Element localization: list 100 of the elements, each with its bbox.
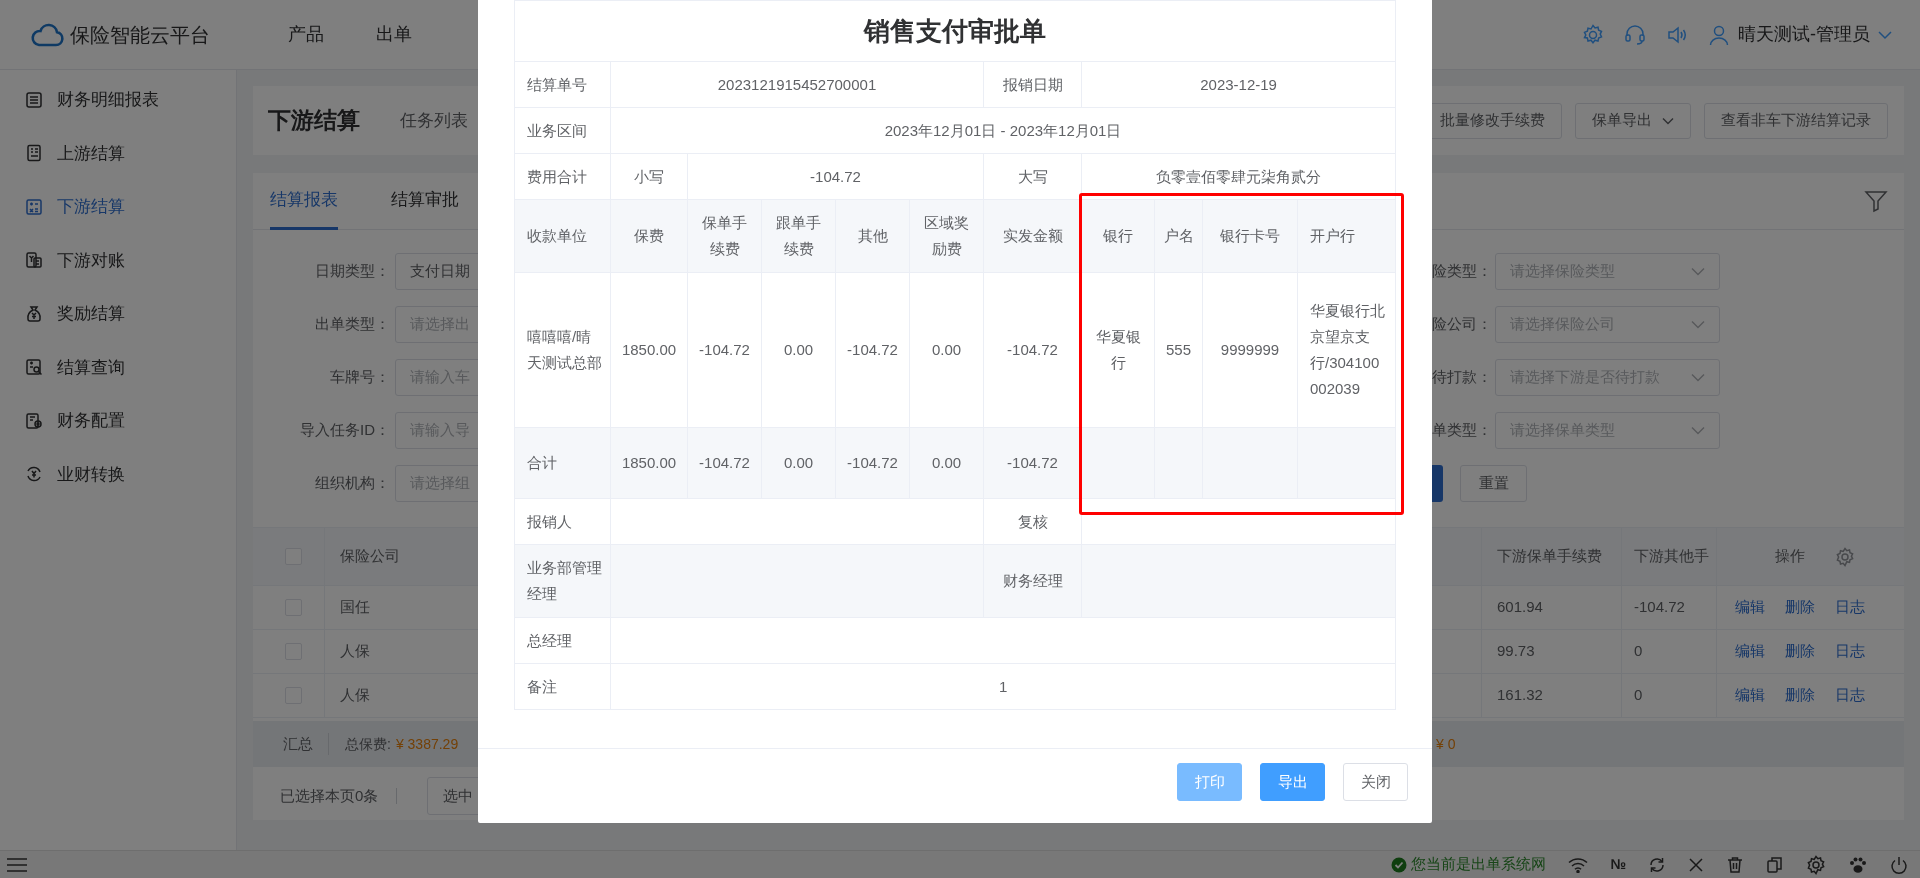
field-label: 单类型：: [1432, 420, 1492, 441]
column-header: 下游其他手: [1634, 546, 1709, 567]
action-link[interactable]: 编辑: [1734, 640, 1765, 663]
field-label: 费用合计: [514, 153, 611, 200]
action-link[interactable]: 删除: [1784, 640, 1815, 663]
table-cell: 9999999: [1202, 272, 1298, 428]
column-header: 实发金额: [983, 199, 1082, 273]
field-label: 总经理: [514, 617, 611, 664]
table-cell-text: 99.73: [1497, 641, 1535, 662]
action-button[interactable]: 查看非车下游结算记录: [1704, 102, 1888, 139]
dialog-button[interactable]: 关闭: [1343, 763, 1408, 801]
sidebar-item[interactable]: 奖励结算: [0, 287, 236, 341]
tab[interactable]: 结算报表: [270, 172, 338, 230]
dialog-title: 销售支付审批单: [514, 0, 1396, 62]
number-sign[interactable]: №: [1610, 854, 1626, 875]
status-message: 您当前是出单系统网: [1411, 854, 1547, 875]
field-value: 1: [610, 663, 1396, 710]
field-label: 财务经理: [983, 544, 1082, 618]
money-bag-icon: [25, 304, 43, 323]
column-header: 跟单手续费: [761, 199, 836, 273]
sidebar-item[interactable]: 下游对账: [0, 233, 236, 287]
table-cell: 1850.00: [610, 427, 688, 499]
field-label: 导入任务ID：: [299, 420, 390, 441]
headset-icon[interactable]: [1624, 23, 1646, 46]
field-label: 大写: [983, 153, 1082, 200]
user-icon[interactable]: [1708, 23, 1730, 46]
column-header: 户名: [1154, 199, 1203, 273]
action-link[interactable]: 编辑: [1734, 684, 1765, 707]
summary-value: ¥ 3387.29: [395, 734, 459, 754]
field-value: 2023-12-19: [1081, 61, 1396, 108]
sidebar-item[interactable]: 上游结算: [0, 126, 236, 180]
column-header: 保单手续费: [687, 199, 762, 273]
settings-icon[interactable]: [1834, 546, 1855, 567]
field-label: 车牌号：: [329, 367, 390, 388]
nav-item[interactable]: 产品: [288, 21, 324, 48]
copy-icon[interactable]: [1766, 855, 1784, 874]
sidebar-item[interactable]: 结算查询: [0, 340, 236, 394]
sidebar-item[interactable]: 财务明细报表: [0, 73, 236, 127]
table-cell-text: 161.32: [1497, 685, 1543, 706]
settings-icon[interactable]: [1582, 23, 1604, 46]
action-link[interactable]: 日志: [1834, 684, 1865, 707]
menu-icon[interactable]: [6, 856, 28, 873]
cloud-logo-icon: [30, 21, 64, 48]
table-cell-text: 601.94: [1497, 597, 1543, 618]
logo-text: 保险智能云平台: [70, 22, 210, 48]
sidebar-item[interactable]: 业财转换: [0, 447, 236, 501]
paw-icon[interactable]: [1848, 855, 1868, 874]
dialog-button[interactable]: 打印: [1177, 763, 1242, 801]
action-link[interactable]: 编辑: [1734, 596, 1765, 619]
table-cell: 1850.00: [610, 272, 688, 428]
column-header: 保费: [610, 199, 688, 273]
table-cell: 合计: [514, 427, 611, 499]
table-cell-text: -104.72: [1634, 597, 1685, 618]
table-cell: 0.00: [909, 427, 984, 499]
settings-icon[interactable]: [1806, 854, 1826, 875]
action-link[interactable]: 日志: [1834, 596, 1865, 619]
column-header: 开户行: [1297, 199, 1396, 273]
field-label: 险类型：: [1432, 261, 1492, 282]
dialog-button[interactable]: 导出: [1260, 763, 1325, 801]
table-cell-text: 人保: [339, 685, 370, 706]
sidebar-item[interactable]: 下游结算: [0, 180, 236, 234]
table-cell-text: 人保: [339, 641, 370, 662]
tab[interactable]: 结算审批: [391, 172, 459, 230]
caret-icon[interactable]: [1878, 29, 1892, 40]
column-header: 其他: [835, 199, 910, 273]
column-header: 操作: [1774, 546, 1805, 567]
action-link[interactable]: 删除: [1784, 684, 1815, 707]
breadcrumb-link[interactable]: 任务列表: [400, 107, 468, 134]
field-label: 日期类型：: [314, 261, 390, 282]
dropdown-button[interactable]: 保单导出: [1575, 102, 1691, 139]
field-value: 2023年12月01日 - 2023年12月01日: [610, 107, 1396, 154]
field-label: 出单类型：: [314, 314, 390, 335]
power-icon[interactable]: [1890, 855, 1908, 874]
field-label: 备注: [514, 663, 611, 710]
table-cell: -104.72: [687, 272, 762, 428]
reset-button[interactable]: 重置: [1460, 465, 1527, 502]
field-label: 业务区间: [514, 107, 611, 154]
filter-icon[interactable]: [1864, 189, 1888, 213]
refresh-icon[interactable]: [1648, 855, 1666, 874]
table-cell: -104.72: [835, 272, 910, 428]
table-cell: 0.00: [761, 272, 836, 428]
wifi-icon[interactable]: [1568, 856, 1589, 873]
field-value: 2023121915452700001: [610, 61, 984, 108]
field-label: 报销日期: [983, 61, 1082, 108]
column-header: 银行卡号: [1202, 199, 1298, 273]
action-link[interactable]: 删除: [1784, 596, 1815, 619]
close-icon[interactable]: [1688, 856, 1704, 873]
action-link[interactable]: 日志: [1834, 640, 1865, 663]
chevron-down-icon: [1691, 426, 1705, 435]
caret-icon: [1662, 116, 1674, 125]
nav-item[interactable]: 出单: [376, 21, 412, 48]
field-label: 报销人: [514, 498, 611, 545]
sidebar-item[interactable]: 财务配置: [0, 394, 236, 448]
field-label: 小写: [610, 153, 688, 200]
table-cell: -104.72: [835, 427, 910, 499]
user-name[interactable]: 晴天测试-管理员: [1738, 21, 1870, 48]
summary-label: 汇总: [262, 732, 329, 756]
trash-icon[interactable]: [1726, 855, 1744, 874]
table-cell: 华夏银行北京望京支行/304100002039: [1297, 272, 1396, 428]
table-cell-text: 0: [1634, 685, 1643, 706]
